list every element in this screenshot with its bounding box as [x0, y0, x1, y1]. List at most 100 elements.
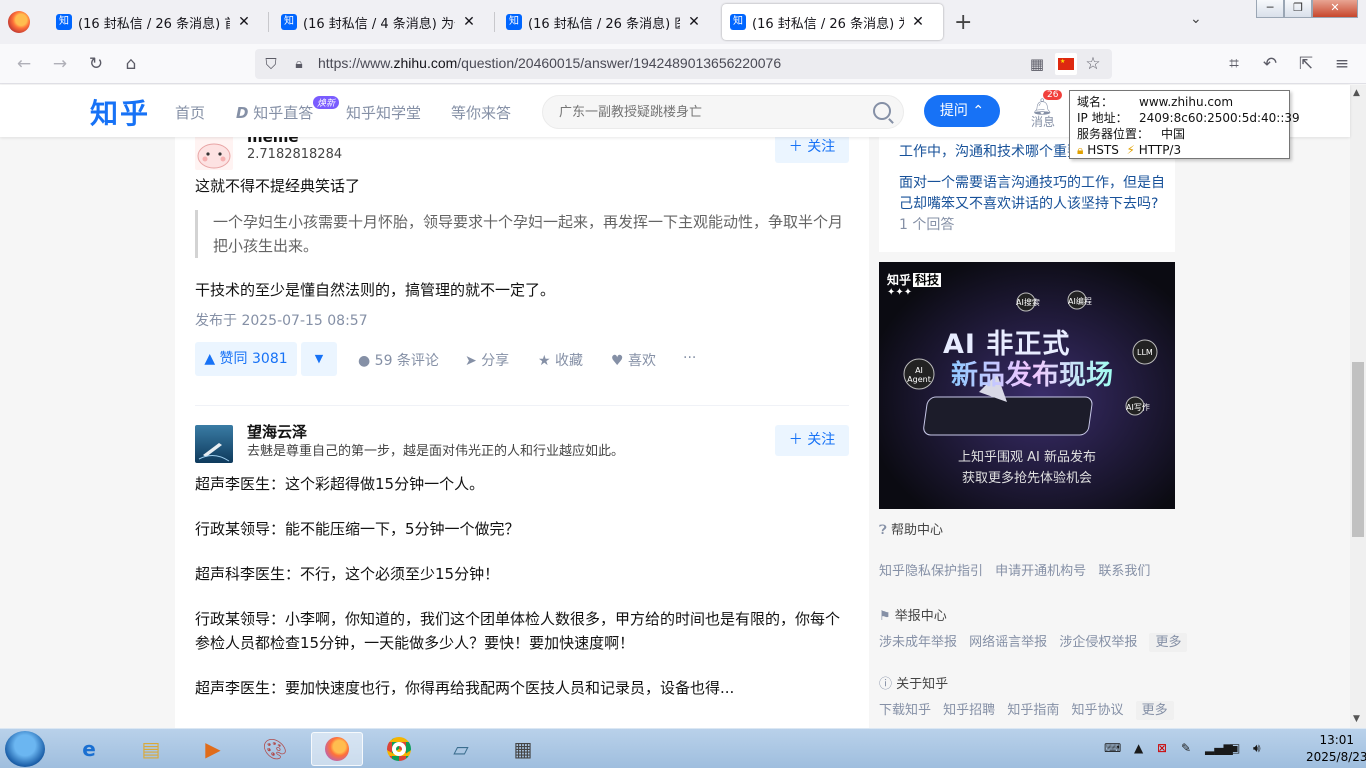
share-button[interactable]: ➤ 分享 [465, 350, 509, 370]
avatar[interactable] [195, 425, 233, 463]
footer-link[interactable]: 知乎协议 [1071, 703, 1123, 718]
like-label: 喜欢 [628, 353, 657, 369]
nav-home[interactable]: 首页 [175, 102, 205, 123]
network-warning-icon[interactable]: ⊠ [1157, 741, 1167, 755]
tab-3[interactable]: 知 (16 封私信 / 26 条消息) 医院不 ✕ [498, 0, 710, 44]
footer-link[interactable]: 知乎招聘 [943, 703, 995, 718]
upvote-button[interactable]: ▲ 赞同 3081 [195, 342, 297, 376]
tab-1[interactable]: 知 (16 封私信 / 26 条消息) 首页 - 知乎 ✕ [48, 0, 260, 44]
collect-button[interactable]: ★ 收藏 [538, 350, 583, 370]
ask-button[interactable]: 提问 ⌃ [924, 95, 1000, 127]
list-all-tabs-icon[interactable]: ⌄ [1190, 11, 1202, 27]
share-label: 分享 [481, 353, 510, 369]
menu-icon[interactable]: ≡ [1331, 53, 1353, 75]
maximize-button[interactable]: ❐ [1284, 0, 1312, 18]
nav-zhixuetang[interactable]: 知乎知学堂 [346, 102, 421, 123]
volume-icon[interactable]: 🔊︎ [1253, 741, 1261, 756]
keyboard-icon[interactable]: ⌨ [1104, 741, 1121, 755]
url-bar[interactable]: ⛉ 🔒︎ https://www.zhihu.com/question/2046… [255, 49, 1112, 79]
tab-2[interactable]: 知 (16 封私信 / 4 条消息) 为什么会 ✕ [273, 0, 485, 44]
flag-icon[interactable]: ★ [1055, 53, 1077, 75]
minimize-button[interactable]: ─ [1256, 0, 1284, 18]
answer-paragraph: 这就不得不提经典笑话了 [195, 177, 361, 195]
undo-icon[interactable]: ↶ [1259, 53, 1281, 75]
zhihu-logo[interactable]: 知乎 [90, 92, 150, 132]
footer-link[interactable]: 知乎指南 [1007, 703, 1059, 718]
lock-icon[interactable]: 🔒︎ [288, 53, 310, 75]
qr-icon[interactable]: ▦ [1026, 53, 1048, 75]
tab-4-active[interactable]: 知 (16 封私信 / 26 条消息) 为什么 ✕ [722, 4, 943, 40]
chrome-icon[interactable] [373, 732, 425, 766]
file-explorer-icon[interactable]: ▤ [125, 732, 177, 766]
follow-button[interactable]: ＋ 关注 [775, 425, 849, 456]
show-hidden-icons[interactable]: ▲ [1134, 741, 1143, 755]
search-input[interactable] [559, 96, 859, 128]
nav-zhida[interactable]: D 知乎直答 [236, 102, 313, 123]
messages-label[interactable]: 消息 [1031, 113, 1055, 130]
ad-banner[interactable]: 知乎 科技 ✦✦✦ AI 非正式 新品发布现场 AI搜索 AI Agent LLM… [879, 262, 1175, 509]
back-icon[interactable]: ← [13, 53, 35, 75]
url-text[interactable]: https://www.zhihu.com/question/20460015/… [318, 55, 781, 71]
more-link[interactable]: 更多 [1149, 633, 1188, 652]
about-links: 下载知乎 知乎招聘 知乎指南 知乎协议 更多 [879, 699, 1182, 720]
close-tab-icon[interactable]: ✕ [686, 14, 702, 30]
calculator-icon[interactable]: ▦ [497, 732, 549, 766]
firefox-logo-icon[interactable] [8, 11, 30, 33]
home-icon[interactable]: ⌂ [120, 53, 142, 75]
comments-button[interactable]: ● 59 条评论 [358, 350, 439, 370]
notepad-icon[interactable]: ▱ [435, 732, 487, 766]
pin-icon[interactable]: ✎ [1181, 741, 1191, 755]
tooltip-location: 服务器位置： 中国 [1077, 127, 1186, 141]
avatar[interactable] [195, 137, 233, 170]
paint-icon[interactable]: 🎨︎ [249, 732, 301, 766]
system-clock[interactable]: 13:01 2025/8/23 [1306, 732, 1366, 766]
search-icon[interactable] [873, 102, 891, 120]
ask-label: 提问 [939, 103, 968, 119]
follow-button[interactable]: ＋ 关注 [775, 137, 849, 163]
crop-icon[interactable]: ⌗ [1223, 53, 1245, 75]
scroll-up-icon[interactable]: ▲ [1353, 88, 1360, 98]
footer-link[interactable]: 下载知乎 [879, 703, 931, 718]
firefox-taskbar-icon[interactable] [311, 732, 363, 766]
more-actions-button[interactable]: ··· [683, 350, 696, 366]
publish-time[interactable]: 发布于 2025-07-15 08:57 [195, 310, 849, 330]
start-button[interactable] [5, 731, 45, 767]
collect-label: 收藏 [555, 353, 584, 369]
reload-icon[interactable]: ↻ [85, 53, 107, 75]
battery-icon[interactable]: ▣ [1229, 741, 1240, 755]
shield-icon[interactable]: ⛉ [260, 53, 282, 75]
scroll-down-icon[interactable]: ▼ [1353, 714, 1360, 724]
footer-link[interactable]: 联系我们 [1098, 564, 1150, 579]
close-window-button[interactable]: ✕ [1312, 0, 1358, 18]
media-player-icon[interactable]: ▶ [187, 732, 239, 766]
answer-paragraph: 超声李医生：这个彩超得做15分钟一个人。 [195, 475, 485, 493]
more-link[interactable]: 更多 [1135, 701, 1174, 720]
forward-icon[interactable]: → [49, 53, 71, 75]
author-name[interactable]: 望海云泽 [247, 421, 307, 442]
related-question-link[interactable]: 面对一个需要语言沟通技巧的工作，但是自己却嘴笨又不喜欢讲话的人该坚持下去吗? 1… [899, 173, 1169, 236]
footer-link[interactable]: 知乎隐私保护指引 [879, 564, 983, 579]
tab-separator [268, 12, 269, 32]
help-center-heading: ❓︎ 帮助中心 [879, 523, 943, 538]
scrollbar-thumb[interactable] [1352, 362, 1364, 537]
nav-waiting-answers[interactable]: 等你来答 [451, 102, 511, 123]
lock-icon: 🔒︎ [1077, 143, 1084, 157]
downvote-button[interactable]: ▼ [301, 342, 337, 376]
new-tab-button[interactable]: + [954, 10, 972, 35]
footer-link[interactable]: 涉企侵权举报 [1059, 635, 1137, 650]
comment-icon: ● [358, 353, 371, 369]
ie-icon[interactable]: e [63, 732, 115, 766]
close-tab-icon[interactable]: ✕ [910, 14, 926, 30]
footer-link[interactable]: 网络谣言举报 [969, 635, 1047, 650]
author-name[interactable]: meme [247, 137, 299, 146]
close-tab-icon[interactable]: ✕ [236, 14, 252, 30]
answer-count: 1 个回答 [899, 217, 955, 233]
footer-link[interactable]: 申请开通机构号 [995, 564, 1086, 579]
like-button[interactable]: ♥ 喜欢 [611, 350, 656, 370]
page-scrollbar[interactable]: ▲ ▼ [1350, 85, 1366, 728]
close-tab-icon[interactable]: ✕ [461, 14, 477, 30]
extensions-icon[interactable]: ⇱ [1295, 53, 1317, 75]
tab-separator [494, 12, 495, 32]
star-icon[interactable]: ☆ [1082, 53, 1104, 75]
footer-link[interactable]: 涉未成年举报 [879, 635, 957, 650]
